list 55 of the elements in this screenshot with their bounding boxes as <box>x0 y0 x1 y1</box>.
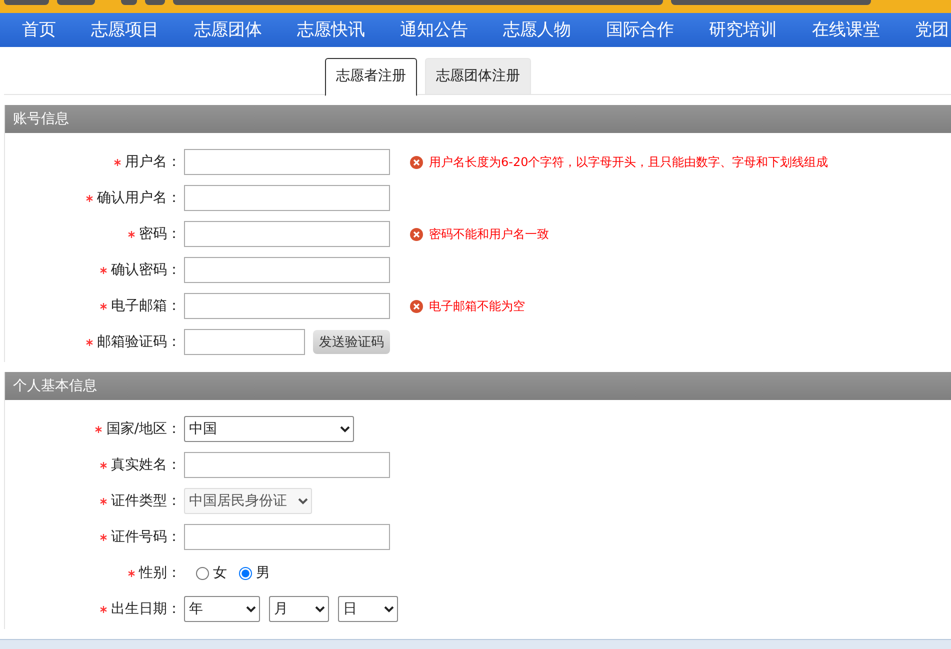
toolbar-button[interactable] <box>4 0 49 5</box>
field-label: 用户名： <box>125 153 181 171</box>
tab[interactable]: 志愿者注册 <box>325 58 417 96</box>
nav-link[interactable]: 国际合作 <box>606 13 674 47</box>
nav-link[interactable]: 在线课堂 <box>812 13 880 47</box>
error-message: 用户名长度为6-20个字符，以字母开头，且只能由数字、字母和下划线组成 <box>429 154 828 170</box>
toolbar-button[interactable] <box>121 0 137 5</box>
address-field[interactable] <box>173 0 663 5</box>
search-field[interactable] <box>671 0 871 5</box>
input-field[interactable] <box>184 452 390 478</box>
toolbar-button[interactable] <box>145 0 165 5</box>
error-message: 密码不能和用户名一致 <box>429 226 549 242</box>
nav-link[interactable]: 志愿项目 <box>91 13 159 47</box>
dropdown[interactable]: 年 <box>184 596 260 622</box>
nav-link[interactable]: 志愿快讯 <box>297 13 365 47</box>
field-label: 性别： <box>139 564 181 582</box>
dropdown[interactable]: 月 <box>269 596 329 622</box>
field-label: 确认密码： <box>111 261 181 279</box>
dropdown[interactable]: 日 <box>338 596 398 622</box>
toolbar-button[interactable] <box>57 0 95 5</box>
radio-button[interactable] <box>196 566 209 580</box>
error-icon <box>410 300 423 312</box>
radio-button[interactable] <box>239 566 252 580</box>
nav-link[interactable]: 志愿人物 <box>503 13 571 47</box>
input-field[interactable] <box>184 293 390 319</box>
field-label: 证件类型： <box>111 492 181 510</box>
nav-link[interactable]: 首页 <box>22 13 56 47</box>
nav-link[interactable]: 通知公告 <box>400 13 468 47</box>
field-label: 邮箱验证码： <box>97 333 181 351</box>
error-icon <box>410 156 423 168</box>
send-code-button[interactable]: 发送验证码 <box>313 330 390 354</box>
input-field[interactable] <box>184 185 390 211</box>
field-label: 证件号码： <box>111 528 181 546</box>
dropdown[interactable]: 中国 <box>184 416 354 442</box>
radio-label: 女 <box>213 564 227 582</box>
section-header: 账号信息 <box>5 105 951 133</box>
field-label: 电子邮箱： <box>111 297 181 315</box>
error-icon <box>410 228 423 240</box>
field-label: 确认用户名： <box>97 189 181 207</box>
input-field[interactable] <box>184 149 390 175</box>
input-field[interactable] <box>184 329 305 355</box>
input-field[interactable] <box>184 524 390 550</box>
field-label: 出生日期： <box>111 600 181 618</box>
field-label: 真实姓名： <box>111 456 181 474</box>
tab[interactable]: 志愿团体注册 <box>425 58 531 94</box>
radio-label: 男 <box>256 564 270 582</box>
field-label: 国家/地区： <box>106 420 181 438</box>
field-label: 密码： <box>139 225 181 243</box>
section-header: 个人基本信息 <box>5 372 951 400</box>
error-message: 电子邮箱不能为空 <box>429 298 525 314</box>
input-field[interactable] <box>184 221 390 247</box>
nav-link[interactable]: 党团 <box>915 13 949 47</box>
input-field[interactable] <box>184 257 390 283</box>
nav-link[interactable]: 志愿团体 <box>194 13 262 47</box>
nav-link[interactable]: 研究培训 <box>709 13 777 47</box>
